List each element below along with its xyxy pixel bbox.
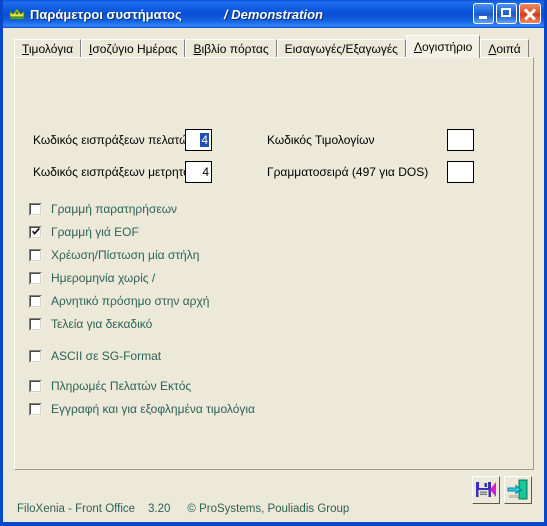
field-label: Κωδικός Τιμολογίων — [267, 133, 375, 147]
checkbox-eggrafi-kai-gia-exoflimena-timologia[interactable]: Εγγραφή και για εξοφλημένα τιμολόγια — [29, 402, 255, 416]
kodikos-eispraxeon-pelaton-input[interactable]: 4 — [185, 129, 212, 151]
checkbox-pliromes-pelaton-ektos[interactable]: Πληρωμές Πελατών Εκτός — [29, 379, 191, 393]
tab-label: Εισαγωγές/Εξαγωγές — [284, 42, 398, 56]
tab-label: οιπά — [496, 42, 521, 56]
minimize-button[interactable] — [473, 3, 494, 24]
input-value: 4 — [200, 133, 209, 147]
maximize-icon — [501, 8, 511, 17]
field-row-grammatoseira: Γραμματοσειρά (497 για DOS) — [267, 161, 474, 183]
window-controls — [473, 3, 541, 24]
application-window: Παράμετροι συστήματος / Demonstration Τι… — [0, 0, 547, 526]
field-row-kodikos-eispraxeon-metritois: Κωδικός εισπράξεων μετρητοίς 4 — [33, 161, 212, 183]
checkbox-label: ASCII σε SG-Format — [51, 349, 162, 363]
tab-label: σοζύγιο Ημέρας — [92, 42, 178, 56]
status-product: FiloXenia - Front Office — [17, 503, 136, 515]
tab-timologia[interactable]: Τιμολόγια — [14, 39, 82, 58]
kodikos-eispraxeon-metritois-input[interactable]: 4 — [185, 161, 212, 183]
tab-loipa[interactable]: Λοιπά — [480, 39, 529, 58]
checkbox-arnitiko-prosimo-stin-archi[interactable]: Αρνητικό πρόσημο στην αρχή — [29, 294, 209, 308]
field-label: Κωδικός εισπράξεων πελατών — [33, 133, 195, 147]
grammatoseira-input[interactable] — [447, 161, 474, 183]
checkbox-label: Πληρωμές Πελατών Εκτός — [51, 379, 192, 393]
field-label: Κωδικός εισπράξεων μετρητοίς — [33, 165, 199, 179]
checkbox-box-checked — [29, 225, 42, 239]
checkbox-label: Γραμμή παρατηρήσεων — [51, 202, 178, 216]
tab-vivlio-portas[interactable]: Βιβλίο πόρτας — [185, 39, 277, 58]
status-bar: FiloXenia - Front Office 3.20 © ProSyste… — [3, 498, 544, 520]
checkbox-grammi-paratiriseon[interactable]: Γραμμή παρατηρήσεων — [29, 202, 177, 216]
checkbox-box — [29, 271, 42, 285]
title-bar[interactable]: Παράμετροι συστήματος / Demonstration — [3, 0, 544, 28]
checkbox-box — [29, 317, 42, 331]
tab-accel: Λ — [413, 40, 422, 54]
status-copyright: © ProSystems, Pouliadis Group — [187, 503, 350, 515]
tab-logistirio[interactable]: Λογιστήριο — [405, 35, 481, 58]
checkbox-grammi-gia-eof[interactable]: Γραμμή γιά EOF — [29, 225, 139, 239]
checkbox-box — [29, 202, 42, 216]
checkbox-box — [29, 294, 42, 308]
tab-accel: Τ — [22, 42, 29, 56]
checkbox-teleia-gia-dekadiko[interactable]: Τελεία για δεκαδικό — [29, 317, 152, 331]
maximize-button[interactable] — [496, 3, 517, 24]
window-subtitle: / Demonstration — [224, 6, 323, 22]
field-row-kodikos-eispraxeon-pelaton: Κωδικός εισπράξεων πελατών 4 — [33, 129, 212, 151]
tab-label: ιβλίο πόρτας — [201, 42, 269, 56]
checkbox-imerominia-choris-slash[interactable]: Ημερομηνία χωρίς / — [29, 271, 155, 285]
tab-isozygio-imeras[interactable]: Ισοζύγιο Ημέρας — [81, 39, 186, 58]
tab-eisagoges-exagoges[interactable]: Εισαγωγές/Εξαγωγές — [276, 39, 406, 58]
checkbox-label: Αρνητικό πρόσημο στην αρχή — [51, 294, 210, 308]
close-button[interactable] — [519, 3, 541, 24]
checkbox-ascii-se-sg-format[interactable]: ASCII σε SG-Format — [29, 349, 161, 363]
minimize-icon — [479, 16, 487, 19]
checkbox-chreosi-pistosi-mia-stili[interactable]: Χρέωση/Πίστωση μία στήλη — [29, 248, 199, 262]
tab-label: ιμολόγια — [28, 42, 74, 56]
status-version: 3.20 — [148, 503, 171, 515]
crown-icon — [8, 5, 26, 23]
client-area: Τιμολόγια Ισοζύγιο Ημέρας Βιβλίο πόρτας … — [3, 28, 544, 520]
checkmark-icon — [32, 227, 40, 235]
tab-label: ογιστήριο — [421, 40, 473, 54]
field-label: Γραμματοσειρά (497 για DOS) — [267, 165, 429, 179]
window-title: Παράμετροι συστήματος — [30, 6, 182, 22]
checkbox-label: Ημερομηνία χωρίς / — [51, 271, 156, 285]
checkbox-label: Τελεία για δεκαδικό — [51, 317, 153, 331]
checkbox-box — [29, 379, 42, 393]
checkbox-label: Γραμμή γιά EOF — [51, 225, 139, 239]
tab-strip: Τιμολόγια Ισοζύγιο Ημέρας Βιβλίο πόρτας … — [14, 35, 534, 58]
field-row-kodikos-timologion: Κωδικός Τιμολογίων — [267, 129, 474, 151]
checkbox-box — [29, 402, 42, 416]
tab-panel-logistirio: Κωδικός εισπράξεων πελατών 4 Κωδικός Τιμ… — [14, 57, 534, 470]
checkbox-box — [29, 248, 42, 262]
checkbox-label: Εγγραφή και για εξοφλημένα τιμολόγια — [51, 402, 255, 416]
kodikos-timologion-input[interactable] — [447, 129, 474, 151]
checkbox-box — [29, 349, 42, 363]
checkbox-label: Χρέωση/Πίστωση μία στήλη — [51, 248, 200, 262]
